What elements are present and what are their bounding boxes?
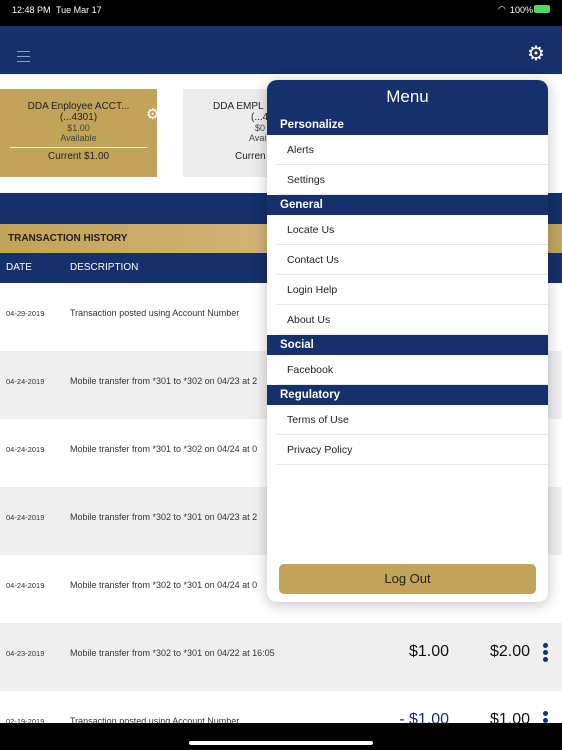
home-indicator[interactable] bbox=[189, 741, 373, 745]
account-number: (...4301) bbox=[59, 112, 98, 123]
transaction-date: 04-24-2019 bbox=[6, 377, 45, 386]
menu-item-terms-of-use[interactable]: Terms of Use bbox=[277, 405, 548, 435]
home-indicator-area bbox=[0, 723, 562, 750]
menu-item-login-help[interactable]: Login Help bbox=[277, 275, 548, 305]
menu-item-facebook[interactable]: Facebook bbox=[277, 355, 548, 385]
transaction-date: 04-23-2019 bbox=[6, 649, 45, 658]
transaction-description: Mobile transfer from *302 to *301 on 04/… bbox=[70, 580, 258, 590]
wifi-icon: ◠ bbox=[498, 4, 506, 14]
menu-section-header: Social bbox=[267, 335, 548, 355]
app-header: ⚙ bbox=[0, 26, 562, 74]
menu-item-contact-us[interactable]: Contact Us bbox=[277, 245, 548, 275]
menu-item-settings[interactable]: Settings bbox=[277, 165, 548, 195]
battery-level: 100% bbox=[510, 5, 534, 15]
transaction-date: 04-24-2019 bbox=[6, 513, 45, 522]
menu-section-header: Regulatory bbox=[267, 385, 548, 405]
menu-item-privacy-policy[interactable]: Privacy Policy bbox=[277, 435, 548, 465]
menu-section-header: Personalize bbox=[267, 115, 548, 135]
hamburger-menu-icon[interactable] bbox=[17, 51, 30, 62]
transaction-amount: $1.00 bbox=[408, 643, 449, 660]
transaction-date: 04-24-2019 bbox=[6, 445, 45, 454]
menu-item-alerts[interactable]: Alerts bbox=[277, 135, 548, 165]
account-card[interactable]: DDA Enployee ACCT... (...4301) $1.00 Ava… bbox=[0, 89, 159, 177]
transaction-description: Transaction posted using Account Number bbox=[70, 308, 240, 318]
description-column-header: DESCRIPTION bbox=[70, 262, 139, 273]
available-amount: $1.00 bbox=[67, 123, 90, 133]
date-column-header: DATE bbox=[6, 262, 32, 273]
account-settings-gear-icon[interactable]: ⚙ bbox=[146, 105, 159, 123]
transaction-balance: $2.00 bbox=[489, 643, 530, 660]
status-time: 12:48 PM bbox=[12, 5, 51, 15]
table-row[interactable]: 04-23-2019 Mobile transfer from *302 to … bbox=[0, 623, 562, 691]
status-date: Tue Mar 17 bbox=[56, 5, 102, 15]
menu-popover: Menu Personalize Alerts Settings General Loca… bbox=[267, 80, 548, 602]
status-bar: 12:48 PM Tue Mar 17 ◠ 100% bbox=[0, 0, 562, 26]
menu-item-about-us[interactable]: About Us bbox=[277, 305, 548, 335]
available-label: Available bbox=[60, 133, 97, 143]
log-out-button[interactable]: Log Out bbox=[279, 564, 536, 594]
battery-icon bbox=[534, 5, 550, 13]
menu-section-header: General bbox=[267, 195, 548, 215]
current-balance: Current $1.00 bbox=[47, 151, 110, 162]
menu-item-locate-us[interactable]: Locate Us bbox=[277, 215, 548, 245]
transaction-date: 04-29-2019 bbox=[6, 309, 45, 318]
transaction-date: 04-24-2019 bbox=[6, 581, 45, 590]
account-name: DDA Enployee ACCT... bbox=[27, 101, 130, 112]
more-options-icon[interactable] bbox=[543, 643, 549, 664]
gear-icon[interactable]: ⚙ bbox=[527, 44, 545, 64]
transaction-description: Mobile transfer from *302 to *301 on 04/… bbox=[70, 512, 258, 522]
transaction-description: Mobile transfer from *301 to *302 on 04/… bbox=[70, 444, 258, 454]
transaction-description: Mobile transfer from *302 to *301 on 04/… bbox=[70, 648, 275, 658]
menu-title: Menu bbox=[267, 80, 548, 115]
transaction-description: Mobile transfer from *301 to *302 on 04/… bbox=[70, 376, 258, 386]
